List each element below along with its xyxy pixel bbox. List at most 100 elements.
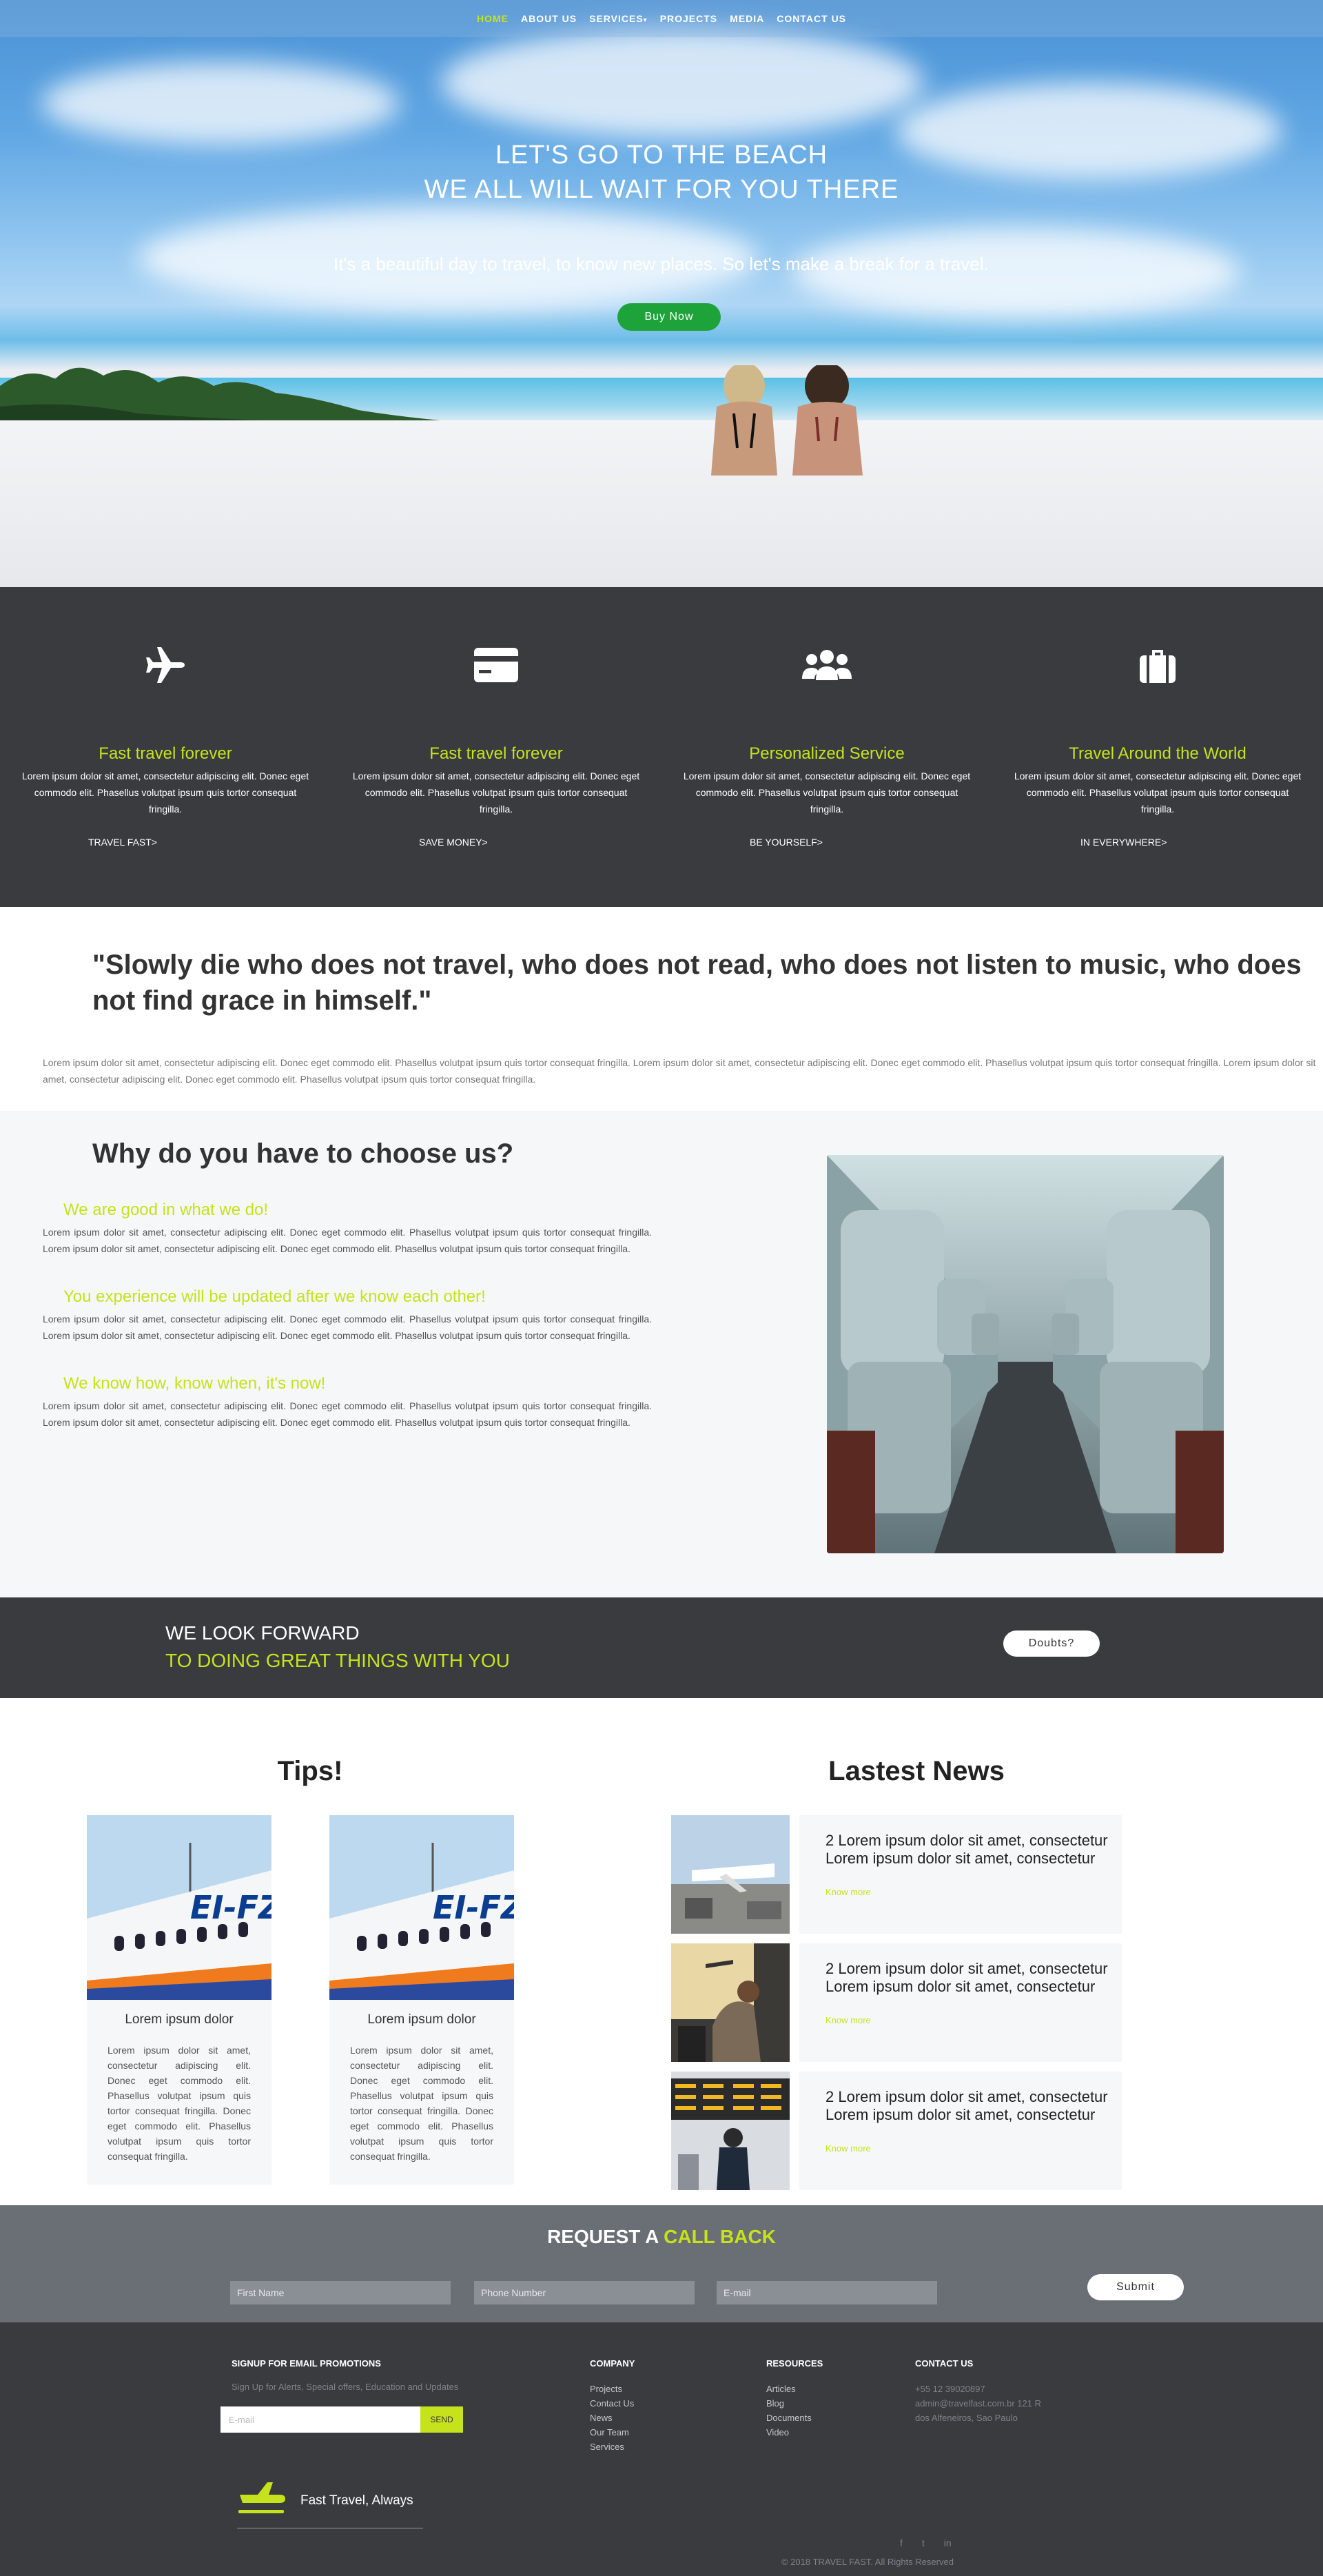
tip-text: Lorem ipsum dolor sit amet, consectetur …	[107, 2045, 251, 2162]
callback-title-prefix: REQUEST A	[547, 2226, 664, 2247]
footer-link[interactable]: Contact Us	[590, 2396, 634, 2411]
twitter-icon[interactable]: t	[922, 2537, 925, 2548]
footer-link[interactable]: Our Team	[590, 2425, 634, 2440]
footer-link[interactable]: Services	[590, 2440, 634, 2454]
feature-title: Fast travel forever	[429, 744, 563, 763]
why-text: Lorem ipsum dolor sit amet, consectetur …	[43, 1400, 652, 1428]
departure-board-image	[671, 2072, 790, 2190]
news-body: 2 Lorem ipsum dolor sit amet, consectetu…	[799, 1815, 1122, 1934]
footer-link[interactable]: Projects	[590, 2382, 634, 2396]
footer-link[interactable]: News	[590, 2411, 634, 2425]
news-body: 2 Lorem ipsum dolor sit amet, consectetu…	[799, 1943, 1122, 2062]
hero-title-line2: WE ALL WILL WAIT FOR YOU THERE	[424, 175, 899, 204]
why-section: Why do you have to choose us? We are goo…	[0, 1111, 1323, 1597]
feature-text: Lorem ipsum dolor sit amet, consectetur …	[683, 770, 971, 815]
news-headline: 2 Lorem ipsum dolor sit amet, consectetu…	[825, 1960, 1108, 1995]
know-more-link[interactable]: Know more	[825, 1887, 871, 1897]
submit-button[interactable]: Submit	[1087, 2274, 1184, 2300]
feature-link[interactable]: TRAVEL FAST>	[88, 837, 157, 848]
doubts-button[interactable]: Doubts?	[1003, 1631, 1100, 1657]
nav-projects[interactable]: PROJECTS	[660, 13, 717, 24]
company-links: Projects Contact Us News Our Team Servic…	[590, 2382, 634, 2454]
feature-link[interactable]: BE YOURSELF>	[750, 837, 823, 848]
phone-field[interactable]	[474, 2281, 695, 2304]
news-item[interactable]: 2 Lorem ipsum dolor sit amet, consectetu…	[671, 1815, 1122, 1934]
page: LET'S GO TO THE BEACH WE ALL WILL WAIT F…	[0, 0, 1323, 2576]
nav-about-us[interactable]: ABOUT US	[521, 13, 577, 24]
first-name-field[interactable]	[230, 2281, 451, 2304]
credit-card-icon	[331, 641, 662, 689]
contact-address: dos Alfeneiros, Sao Paulo	[915, 2413, 1018, 2423]
why-heading: We are good in what we do!	[63, 1200, 269, 1219]
footer-tagline: Fast Travel, Always	[300, 2493, 413, 2508]
feature-text: Lorem ipsum dolor sit amet, consectetur …	[352, 770, 640, 815]
forward-banner: WE LOOK FORWARD TO DOING GREAT THINGS WI…	[0, 1597, 1323, 1698]
quote-paragraph: Lorem ipsum dolor sit amet, consectetur …	[43, 1057, 1316, 1085]
why-heading: You experience will be updated after we …	[63, 1287, 486, 1306]
contact-title: CONTACT US	[915, 2358, 974, 2369]
news-item[interactable]: 2 Lorem ipsum dolor sit amet, consectetu…	[671, 1943, 1122, 2062]
tip-title: Lorem ipsum dolor	[125, 2012, 234, 2027]
know-more-link[interactable]: Know more	[825, 2143, 871, 2154]
news-item[interactable]: 2 Lorem ipsum dolor sit amet, consectetu…	[671, 2072, 1122, 2190]
buy-now-button[interactable]: Buy Now	[617, 303, 721, 331]
nav-services[interactable]: SERVICES▾	[589, 13, 648, 24]
hero-title-line1: LET'S GO TO THE BEACH	[495, 141, 828, 170]
why-text: Lorem ipsum dolor sit amet, consectetur …	[43, 1313, 652, 1341]
nav-media[interactable]: MEDIA	[730, 13, 764, 24]
footer-link[interactable]: Articles	[766, 2382, 812, 2396]
email-field[interactable]	[717, 2281, 937, 2304]
news-headline: 2 Lorem ipsum dolor sit amet, consectetu…	[825, 2088, 1108, 2123]
plane-livery-text: EI-FZ	[190, 1889, 271, 1926]
features-section: Fast travel forever Lorem ipsum dolor si…	[0, 587, 1323, 907]
company-title: COMPANY	[590, 2358, 635, 2369]
airplane-image: EI-FZ	[329, 1815, 514, 2000]
hero-title: LET'S GO TO THE BEACH WE ALL WILL WAIT F…	[0, 138, 1323, 207]
couple-on-beach	[711, 365, 863, 476]
resources-links: Articles Blog Documents Video	[766, 2382, 812, 2440]
feature-card: Travel Around the World Lorem ipsum dolo…	[992, 587, 1323, 907]
airplane-icon	[0, 641, 331, 689]
signup-title: SIGNUP FOR EMAIL PROMOTIONS	[232, 2358, 381, 2369]
suitcase-icon	[992, 641, 1323, 689]
nav-services-label: SERVICES	[589, 13, 644, 24]
know-more-link[interactable]: Know more	[825, 2015, 871, 2025]
signup-subtitle: Sign Up for Alerts, Special offers, Educ…	[232, 2382, 459, 2392]
social-links: f t in	[900, 2537, 952, 2548]
feature-title: Fast travel forever	[99, 744, 232, 763]
nav-contact-us[interactable]: CONTACT US	[777, 13, 846, 24]
footer-link[interactable]: Documents	[766, 2411, 812, 2425]
linkedin-icon[interactable]: in	[944, 2537, 952, 2548]
nav-home[interactable]: HOME	[477, 13, 509, 24]
feature-card: Fast travel forever Lorem ipsum dolor si…	[0, 587, 331, 907]
facebook-icon[interactable]: f	[900, 2537, 903, 2548]
feature-link[interactable]: IN EVERYWHERE>	[1080, 837, 1167, 848]
feature-text: Lorem ipsum dolor sit amet, consectetur …	[1014, 770, 1302, 815]
feature-card: Fast travel forever Lorem ipsum dolor si…	[331, 587, 662, 907]
newsletter-email-input[interactable]	[220, 2406, 420, 2433]
callback-title: REQUEST A CALL BACK	[0, 2226, 1323, 2248]
tip-title: Lorem ipsum dolor	[367, 2012, 476, 2027]
contact-email: admin@travelfast.com.br 121 R	[915, 2398, 1041, 2409]
why-title: Why do you have to choose us?	[92, 1138, 514, 1169]
footer-link[interactable]: Video	[766, 2425, 812, 2440]
quote-text: "Slowly die who does not travel, who doe…	[92, 950, 1302, 1016]
feature-text: Lorem ipsum dolor sit amet, consectetur …	[21, 770, 309, 815]
users-icon	[662, 641, 992, 689]
feature-card: Personalized Service Lorem ipsum dolor s…	[662, 587, 992, 907]
copyright: © 2018 TRAVEL FAST. All Rights Reserved	[781, 2557, 954, 2567]
top-nav: HOME ABOUT US SERVICES▾ PROJECTS MEDIA C…	[0, 0, 1323, 37]
forward-line2: TO DOING GREAT THINGS WITH YOU	[165, 1650, 510, 1671]
traveler-lounge-image	[671, 1943, 790, 2062]
why-text: Lorem ipsum dolor sit amet, consectetur …	[43, 1227, 652, 1254]
feature-link[interactable]: SAVE MONEY>	[419, 837, 488, 848]
callback-title-highlight: CALL BACK	[664, 2226, 776, 2247]
footer: SIGNUP FOR EMAIL PROMOTIONS Sign Up for …	[0, 2322, 1323, 2576]
tip-card[interactable]: EI-FZ Lorem ipsum dolor Lorem ipsum dolo…	[87, 1815, 271, 2185]
send-button[interactable]: SEND	[420, 2406, 463, 2433]
sand	[0, 420, 1323, 587]
footer-link[interactable]: Blog	[766, 2396, 812, 2411]
tip-card[interactable]: EI-FZ Lorem ipsum dolor Lorem ipsum dolo…	[329, 1815, 514, 2185]
chevron-down-icon: ▾	[643, 17, 648, 24]
resources-title: RESOURCES	[766, 2358, 823, 2369]
